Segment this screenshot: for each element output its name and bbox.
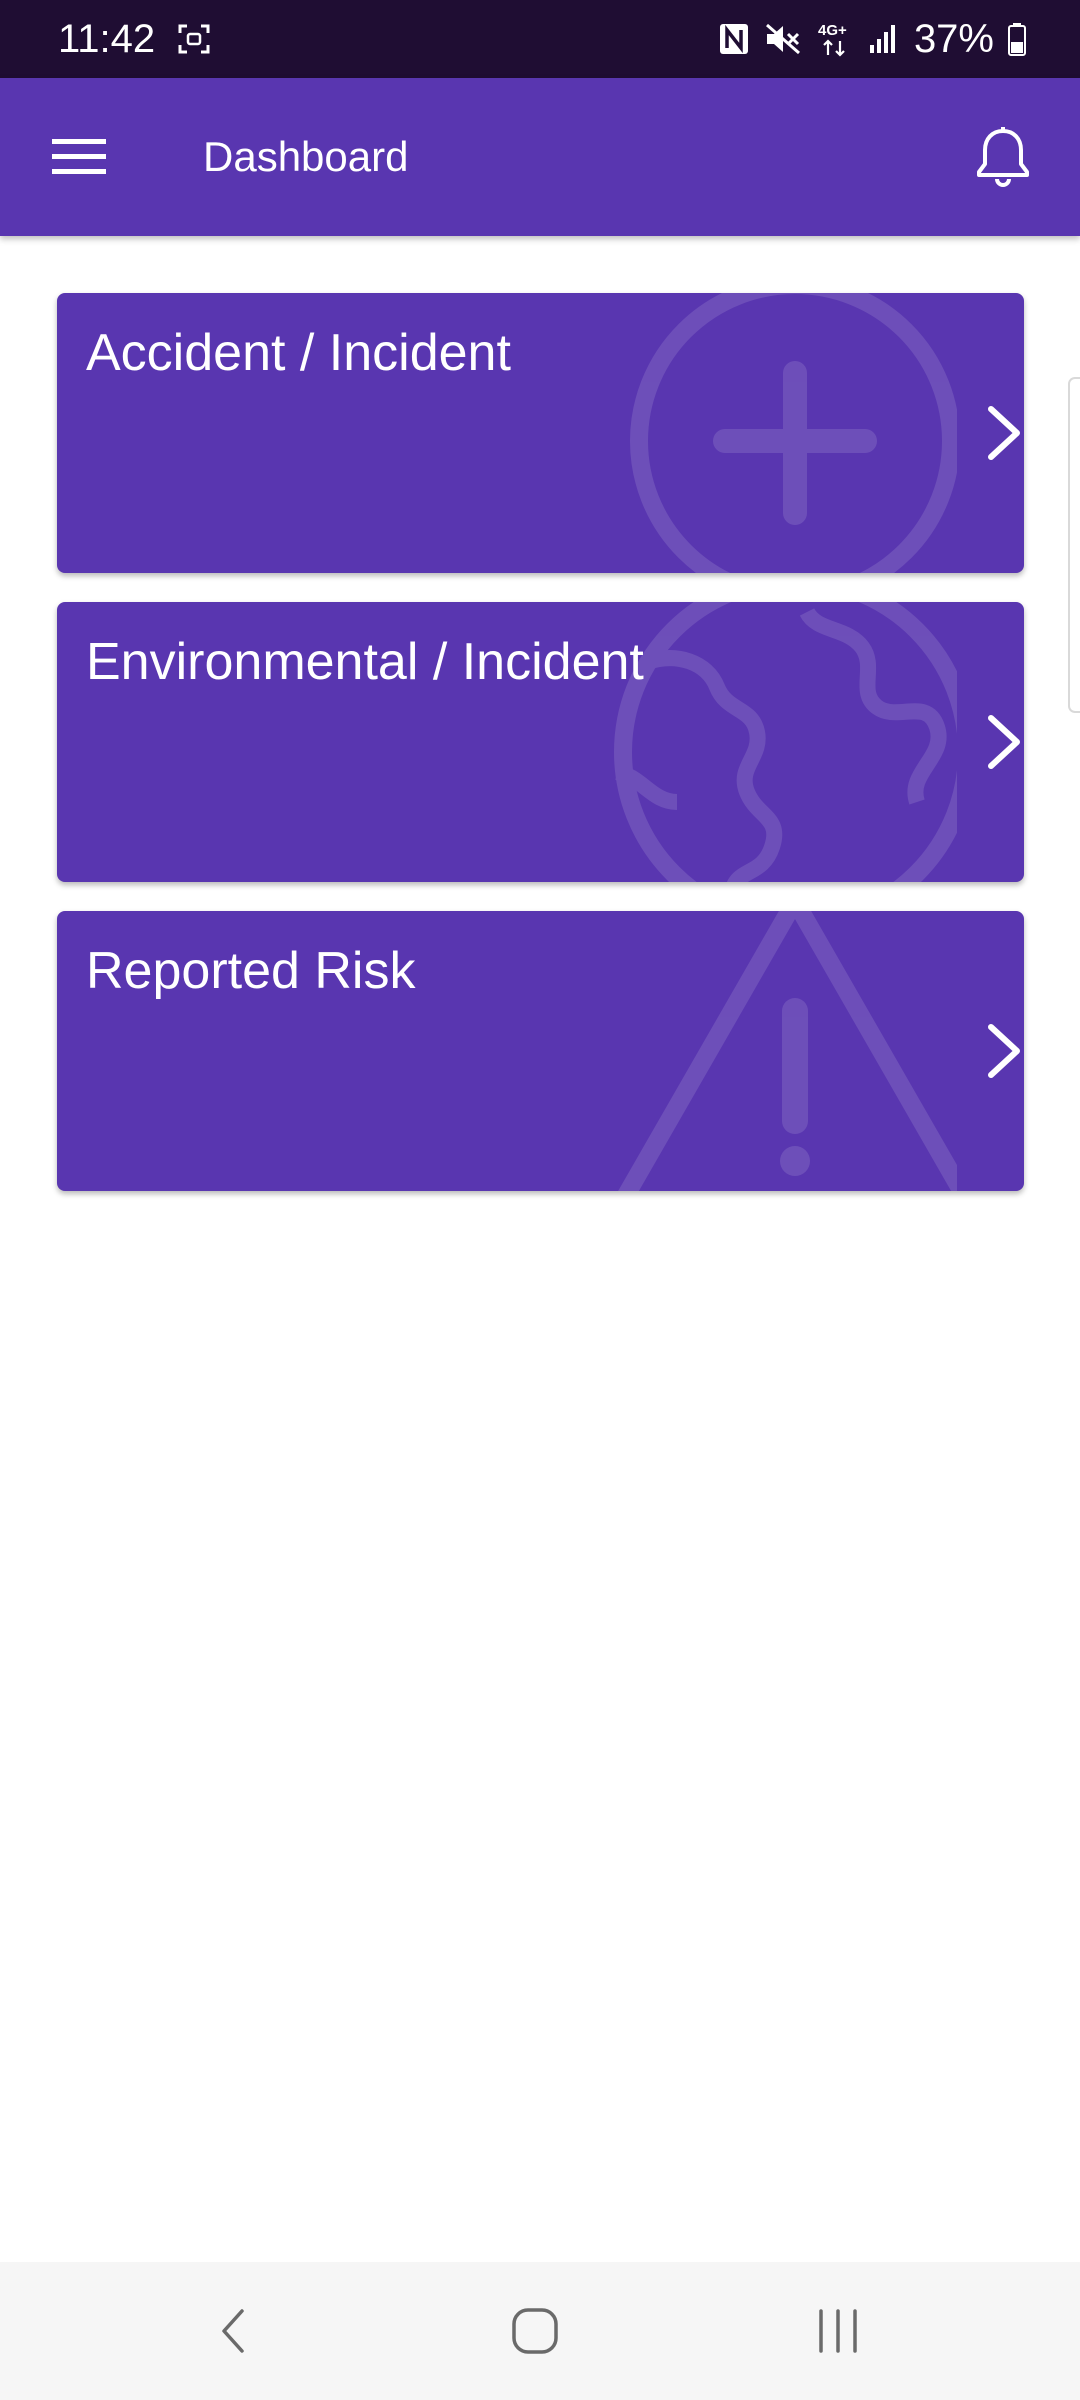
mute-icon <box>764 22 802 56</box>
system-nav-bar <box>0 2262 1080 2400</box>
bell-icon <box>977 127 1029 187</box>
menu-button[interactable] <box>40 124 118 190</box>
card-title: Accident / Incident <box>86 324 511 382</box>
status-left: 11:42 <box>58 17 211 62</box>
card-environmental-incident[interactable]: Environmental / Incident <box>57 602 1024 882</box>
battery-percentage: 37% <box>913 16 994 61</box>
recents-button[interactable] <box>793 2286 883 2376</box>
home-button[interactable] <box>490 2286 580 2376</box>
status-right: 4G+ 37% <box>704 17 1026 62</box>
card-accident-incident[interactable]: Accident / Incident <box>57 293 1024 573</box>
network-type-text: 4G+ <box>818 22 847 39</box>
back-button[interactable] <box>189 2286 279 2376</box>
data-icon: 4G+ <box>816 19 854 59</box>
back-icon <box>222 2309 244 2353</box>
chevron-right-icon <box>988 715 1020 769</box>
page-title: Dashboard <box>203 133 409 180</box>
card-title: Reported Risk <box>86 942 416 1000</box>
card-reported-risk[interactable]: Reported Risk <box>57 911 1024 1191</box>
chevron-right-icon <box>988 406 1020 460</box>
card-title: Environmental / Incident <box>86 633 644 691</box>
warning-triangle-icon <box>618 911 957 1191</box>
chevron-right-icon <box>988 1024 1020 1078</box>
signal-icon <box>868 23 898 55</box>
recents-icon <box>819 2309 857 2353</box>
status-bar: 11:42 4G+ 37% <box>0 0 1080 78</box>
notifications-button[interactable] <box>964 118 1042 196</box>
status-time: 11:42 <box>58 16 156 61</box>
screenshot-icon <box>177 22 211 56</box>
app-bar: Dashboard <box>0 78 1080 236</box>
hamburger-menu-icon <box>52 139 106 174</box>
home-icon <box>512 2308 558 2354</box>
nfc-icon <box>718 22 750 56</box>
scrollbar[interactable] <box>1068 377 1080 713</box>
battery-icon <box>1008 22 1026 56</box>
plus-circle-icon <box>630 293 957 573</box>
